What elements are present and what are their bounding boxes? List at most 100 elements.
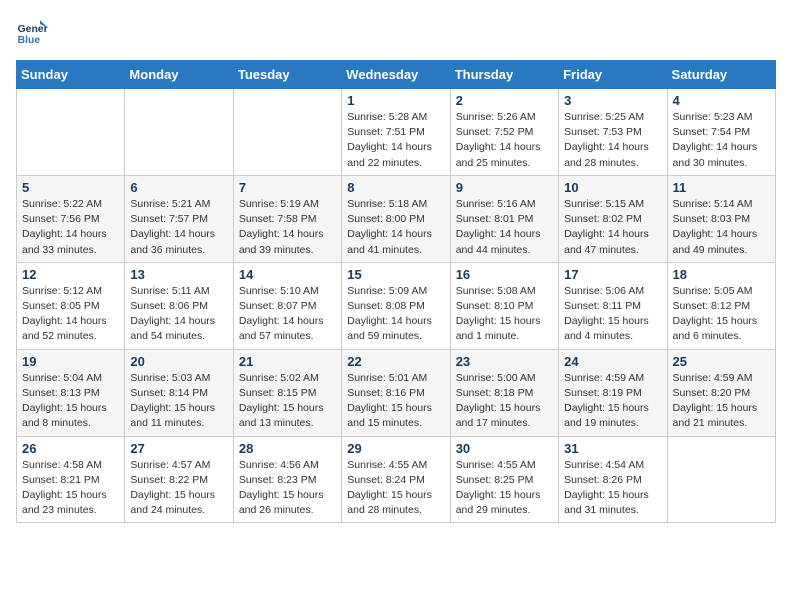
calendar-cell: 5Sunrise: 5:22 AMSunset: 7:56 PMDaylight… (17, 175, 125, 262)
calendar-cell: 27 Sunrise: 4:57 AMSunset: 8:22 PMDayligh… (125, 436, 233, 523)
day-info: Sunrise: 5:25 AMSunset: 7:53 PMDaylight:… (564, 110, 661, 171)
day-info: Sunrise: 4:55 AMSunset: 8:24 PMDaylight:… (347, 458, 444, 519)
calendar-cell: 9Sunrise: 5:16 AMSunset: 8:01 PMDaylight… (450, 175, 558, 262)
calendar-cell: 18 Sunrise: 5:05 AMSunset: 8:12 PMDayligh… (667, 262, 775, 349)
calendar-cell: 19 Sunrise: 5:04 AMSunset: 8:13 PMDayligh… (17, 349, 125, 436)
day-number: 19 (22, 354, 119, 369)
day-number: 28 (239, 441, 336, 456)
day-number: 3 (564, 93, 661, 108)
day-number: 16 (456, 267, 553, 282)
calendar-cell: 15Sunrise: 5:09 AMSunset: 8:08 PMDayligh… (342, 262, 450, 349)
calendar-week-row: 5Sunrise: 5:22 AMSunset: 7:56 PMDaylight… (17, 175, 776, 262)
day-info: Sunrise: 5:21 AMSunset: 7:57 PMDaylight:… (130, 197, 227, 258)
day-number: 17 (564, 267, 661, 282)
weekday-header: Wednesday (342, 61, 450, 89)
calendar-week-row: 1Sunrise: 5:28 AMSunset: 7:51 PMDaylight… (17, 89, 776, 176)
day-number: 31 (564, 441, 661, 456)
day-info: Sunrise: 5:09 AMSunset: 8:08 PMDaylight:… (347, 284, 444, 345)
day-number: 29 (347, 441, 444, 456)
day-info: Sunrise: 5:06 AMSunset: 8:11 PMDaylight:… (564, 284, 661, 345)
weekday-header: Saturday (667, 61, 775, 89)
day-info: Sunrise: 5:00 AMSunset: 8:18 PMDaylight:… (456, 371, 553, 432)
calendar-header-row: SundayMondayTuesdayWednesdayThursdayFrid… (17, 61, 776, 89)
calendar-cell: 6 Sunrise: 5:21 AMSunset: 7:57 PMDaylight… (125, 175, 233, 262)
calendar-cell (233, 89, 341, 176)
calendar-cell: 29 Sunrise: 4:55 AMSunset: 8:24 PMDayligh… (342, 436, 450, 523)
day-number: 12 (22, 267, 119, 282)
calendar-cell: 23 Sunrise: 5:00 AMSunset: 8:18 PMDayligh… (450, 349, 558, 436)
calendar-cell: 1Sunrise: 5:28 AMSunset: 7:51 PMDaylight… (342, 89, 450, 176)
day-info: Sunrise: 5:15 AMSunset: 8:02 PMDaylight:… (564, 197, 661, 258)
day-number: 13 (130, 267, 227, 282)
weekday-header: Thursday (450, 61, 558, 89)
day-number: 27 (130, 441, 227, 456)
day-info: Sunrise: 5:02 AMSunset: 8:15 PMDaylight:… (239, 371, 336, 432)
calendar-week-row: 12 Sunrise: 5:12 AMSunset: 8:05 PMDayligh… (17, 262, 776, 349)
day-number: 2 (456, 93, 553, 108)
day-info: Sunrise: 5:23 AMSunset: 7:54 PMDaylight:… (673, 110, 770, 171)
calendar-cell: 12 Sunrise: 5:12 AMSunset: 8:05 PMDayligh… (17, 262, 125, 349)
day-info: Sunrise: 4:57 AMSunset: 8:22 PMDaylight:… (130, 458, 227, 519)
calendar-cell: 31Sunrise: 4:54 AMSunset: 8:26 PMDayligh… (559, 436, 667, 523)
day-info: Sunrise: 5:11 AMSunset: 8:06 PMDaylight:… (130, 284, 227, 345)
day-number: 18 (673, 267, 770, 282)
calendar-cell: 22Sunrise: 5:01 AMSunset: 8:16 PMDayligh… (342, 349, 450, 436)
calendar-cell: 7 Sunrise: 5:19 AMSunset: 7:58 PMDaylight… (233, 175, 341, 262)
day-number: 4 (673, 93, 770, 108)
calendar-cell: 14Sunrise: 5:10 AMSunset: 8:07 PMDayligh… (233, 262, 341, 349)
day-info: Sunrise: 5:05 AMSunset: 8:12 PMDaylight:… (673, 284, 770, 345)
calendar-cell: 24Sunrise: 4:59 AMSunset: 8:19 PMDayligh… (559, 349, 667, 436)
day-number: 9 (456, 180, 553, 195)
calendar-cell: 17 Sunrise: 5:06 AMSunset: 8:11 PMDayligh… (559, 262, 667, 349)
day-info: Sunrise: 4:58 AMSunset: 8:21 PMDaylight:… (22, 458, 119, 519)
day-number: 21 (239, 354, 336, 369)
day-info: Sunrise: 5:28 AMSunset: 7:51 PMDaylight:… (347, 110, 444, 171)
day-number: 5 (22, 180, 119, 195)
day-info: Sunrise: 5:14 AMSunset: 8:03 PMDaylight:… (673, 197, 770, 258)
day-info: Sunrise: 5:03 AMSunset: 8:14 PMDaylight:… (130, 371, 227, 432)
calendar-cell (667, 436, 775, 523)
day-number: 24 (564, 354, 661, 369)
logo-icon: General Blue (16, 16, 48, 48)
day-info: Sunrise: 5:10 AMSunset: 8:07 PMDaylight:… (239, 284, 336, 345)
calendar-cell: 11 Sunrise: 5:14 AMSunset: 8:03 PMDayligh… (667, 175, 775, 262)
calendar-cell: 4 Sunrise: 5:23 AMSunset: 7:54 PMDaylight… (667, 89, 775, 176)
calendar-cell: 3 Sunrise: 5:25 AMSunset: 7:53 PMDaylight… (559, 89, 667, 176)
calendar-cell: 21 Sunrise: 5:02 AMSunset: 8:15 PMDayligh… (233, 349, 341, 436)
calendar-week-row: 19 Sunrise: 5:04 AMSunset: 8:13 PMDayligh… (17, 349, 776, 436)
calendar-cell (125, 89, 233, 176)
day-number: 10 (564, 180, 661, 195)
calendar-cell: 25 Sunrise: 4:59 AMSunset: 8:20 PMDayligh… (667, 349, 775, 436)
day-number: 7 (239, 180, 336, 195)
day-info: Sunrise: 5:26 AMSunset: 7:52 PMDaylight:… (456, 110, 553, 171)
svg-text:Blue: Blue (18, 35, 41, 46)
day-info: Sunrise: 5:04 AMSunset: 8:13 PMDaylight:… (22, 371, 119, 432)
day-number: 23 (456, 354, 553, 369)
day-info: Sunrise: 4:59 AMSunset: 8:20 PMDaylight:… (673, 371, 770, 432)
weekday-header: Sunday (17, 61, 125, 89)
calendar-week-row: 26 Sunrise: 4:58 AMSunset: 8:21 PMDayligh… (17, 436, 776, 523)
day-info: Sunrise: 5:19 AMSunset: 7:58 PMDaylight:… (239, 197, 336, 258)
day-info: Sunrise: 5:08 AMSunset: 8:10 PMDaylight:… (456, 284, 553, 345)
day-info: Sunrise: 5:18 AMSunset: 8:00 PMDaylight:… (347, 197, 444, 258)
calendar-cell (17, 89, 125, 176)
calendar-cell: 10 Sunrise: 5:15 AMSunset: 8:02 PMDayligh… (559, 175, 667, 262)
calendar-cell: 16 Sunrise: 5:08 AMSunset: 8:10 PMDayligh… (450, 262, 558, 349)
day-number: 6 (130, 180, 227, 195)
weekday-header: Monday (125, 61, 233, 89)
day-info: Sunrise: 4:56 AMSunset: 8:23 PMDaylight:… (239, 458, 336, 519)
weekday-header: Friday (559, 61, 667, 89)
day-number: 26 (22, 441, 119, 456)
day-info: Sunrise: 5:12 AMSunset: 8:05 PMDaylight:… (22, 284, 119, 345)
calendar-cell: 13 Sunrise: 5:11 AMSunset: 8:06 PMDayligh… (125, 262, 233, 349)
calendar-cell: 8Sunrise: 5:18 AMSunset: 8:00 PMDaylight… (342, 175, 450, 262)
calendar-cell: 2 Sunrise: 5:26 AMSunset: 7:52 PMDaylight… (450, 89, 558, 176)
calendar-table: SundayMondayTuesdayWednesdayThursdayFrid… (16, 60, 776, 523)
day-number: 30 (456, 441, 553, 456)
calendar-cell: 26 Sunrise: 4:58 AMSunset: 8:21 PMDayligh… (17, 436, 125, 523)
day-info: Sunrise: 4:55 AMSunset: 8:25 PMDaylight:… (456, 458, 553, 519)
logo: General Blue (16, 16, 52, 48)
day-number: 11 (673, 180, 770, 195)
day-number: 25 (673, 354, 770, 369)
day-number: 20 (130, 354, 227, 369)
